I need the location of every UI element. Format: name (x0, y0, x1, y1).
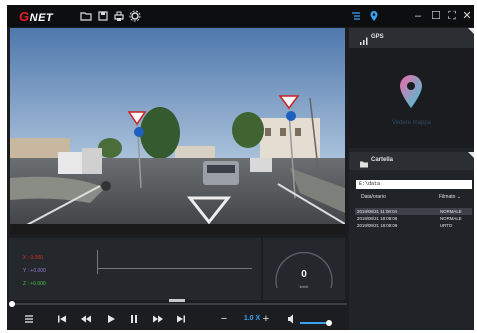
file-timestamp: 2019/08/21 11:08:04 (357, 209, 397, 214)
video-filter-dropdown[interactable]: Filmato ⌄ (439, 194, 461, 200)
volume-slider-knob[interactable] (326, 320, 332, 326)
zoom-in-button[interactable]: + (259, 312, 273, 326)
gnet-viewer-window: GNET – ☐ ⛶ ✕ X: 0.000 Y: +0.000 Z: +0… (7, 5, 474, 330)
file-type: NORMALE (440, 216, 462, 221)
fullscreen-button[interactable]: ⛶ (444, 8, 460, 24)
y-label: Y : +0.000 (23, 268, 46, 274)
playback-controls: − 1.0 X + (7, 308, 347, 330)
y-axis-value: Y : +0.000 (23, 268, 46, 274)
gps-panel-header: GPS (349, 28, 474, 48)
timeline-marker (169, 299, 185, 302)
folder-path-input[interactable] (356, 180, 472, 189)
timeline-knob[interactable] (9, 301, 15, 307)
folder-title: Cartella (371, 157, 394, 163)
file-row[interactable]: 2019/08/21 11:08:04 NORMALE (355, 208, 472, 215)
zoom-out-button[interactable]: − (217, 312, 231, 326)
file-list: 2019/08/21 11:08:04 NORMALE 2019/08/21 1… (349, 208, 474, 328)
rewind-icon[interactable] (79, 312, 93, 326)
gps-title: GPS (371, 34, 384, 40)
logo-initial: G (19, 9, 30, 24)
list-icon[interactable] (349, 9, 363, 23)
dashcam-frame-image (10, 28, 345, 235)
title-bar: GNET – ☐ ⛶ ✕ (7, 5, 474, 27)
timeline-track[interactable] (9, 303, 347, 305)
file-row[interactable]: 2019/08/21 18:08:06 NORMALE (355, 215, 472, 222)
print-icon[interactable] (112, 9, 126, 23)
fast-forward-icon[interactable] (151, 312, 165, 326)
close-button[interactable]: ✕ (459, 8, 474, 24)
skip-to-end-icon[interactable] (174, 312, 188, 326)
logo-text: NET (29, 12, 54, 24)
video-player[interactable] (10, 28, 345, 235)
save-icon[interactable] (96, 9, 110, 23)
playback-timeline[interactable] (9, 299, 347, 307)
settings-icon[interactable] (128, 9, 142, 23)
file-type: URTO (440, 223, 453, 228)
gps-panel-collapse-corner[interactable] (468, 28, 474, 34)
file-timestamp: 2019/08/21 18:08:06 (357, 216, 398, 221)
folder-icon[interactable] (79, 9, 93, 23)
location-pin-icon[interactable] (367, 9, 381, 23)
gnet-logo: GNET (19, 9, 53, 24)
side-panel: GPS Vedere mappa Cartella E:\data Data/o… (349, 28, 474, 330)
speed-unit: km/h (299, 284, 309, 289)
file-row[interactable]: 2019/08/21 18:08:09 URTO (355, 222, 472, 229)
minimize-button[interactable]: – (410, 8, 426, 24)
play-icon[interactable] (104, 312, 118, 326)
z-axis-value: Z : +0.000 (23, 281, 46, 287)
signal-bars-icon (359, 33, 369, 45)
g-sensor-panel: X : 0.000 Y : +0.000 Z : +0.000 (9, 238, 261, 300)
folder-panel-header: Cartella (349, 152, 474, 170)
maximize-button[interactable]: ☐ (428, 8, 444, 24)
x-label: X : 0.000 (23, 255, 44, 261)
sensor-graph-x-axis (97, 268, 252, 269)
speedometer-panel: 0 km/h (263, 238, 345, 300)
map-pin-icon (398, 74, 424, 110)
volume-icon[interactable] (286, 312, 298, 326)
file-type: NORMALE (440, 209, 462, 214)
file-timestamp: 2019/08/21 18:08:09 (357, 223, 398, 228)
menu-icon[interactable] (22, 312, 36, 326)
z-label: Z : +0.000 (23, 281, 46, 287)
speed-value: 0 (301, 269, 307, 280)
datetime-column-header[interactable]: Data/orario (361, 194, 386, 200)
x-axis-value: X : 0.000 (23, 255, 43, 261)
view-map-text[interactable]: Vedere mappa (349, 120, 474, 126)
skip-to-start-icon[interactable] (55, 312, 69, 326)
map-area[interactable]: Vedere mappa (349, 48, 474, 148)
folder-header-icon (359, 156, 369, 168)
sensor-graph-y-axis (97, 250, 98, 274)
folder-panel-collapse-corner[interactable] (468, 152, 474, 158)
pause-icon[interactable] (127, 312, 141, 326)
